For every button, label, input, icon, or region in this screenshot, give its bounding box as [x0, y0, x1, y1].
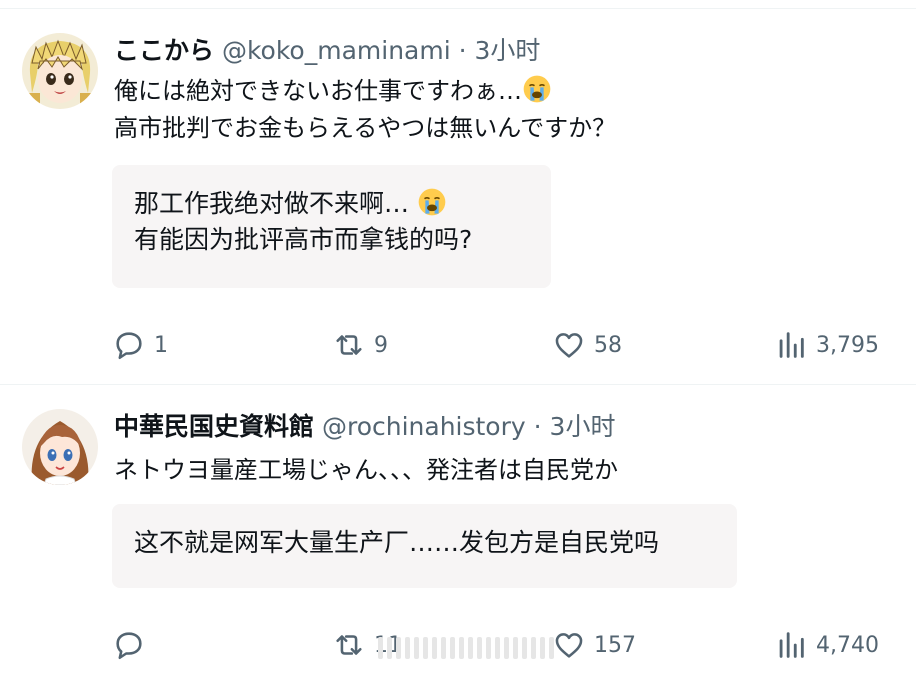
- tweet[interactable]: ここから @koko_maminami · 3小时 俺には絶対できないお仕事です…: [0, 9, 916, 385]
- avatar-illustration: [22, 33, 98, 109]
- avatar[interactable]: [22, 409, 98, 485]
- view-count: 4,740: [816, 632, 879, 658]
- heart-icon: [555, 633, 583, 658]
- action-bar: 1 9 58 3,795: [0, 325, 916, 365]
- display-name[interactable]: 中華民国史資料館: [114, 412, 314, 441]
- timestamp[interactable]: 3小时: [475, 36, 541, 65]
- watermark: [378, 637, 554, 659]
- tweet[interactable]: 中華民国史資料館 @rochinahistory · 3小时 ネトウヨ量産工場じ…: [0, 385, 916, 693]
- view-count: 3,795: [816, 332, 879, 358]
- display-name[interactable]: ここから: [114, 36, 214, 65]
- translation-line: 有能因为批评高市而拿钱的吗?: [134, 225, 473, 254]
- separator-dot: ·: [458, 36, 467, 65]
- like-button[interactable]: 157: [552, 625, 636, 665]
- user-handle[interactable]: @koko_maminami: [222, 36, 451, 65]
- translation-box: 那工作我绝对做不来啊… 有能因为批评高市而拿钱的吗?: [112, 165, 551, 288]
- views-chart-icon: [779, 332, 804, 358]
- retweet-icon: [336, 635, 362, 655]
- crying-face-emoji-icon: [418, 188, 446, 216]
- retweet-button[interactable]: 9: [332, 325, 388, 365]
- tweet-text: 俺には絶対できないお仕事ですわぁ… 高市批判でお金もらえるやつは無いんですか？: [114, 73, 616, 147]
- like-count: 58: [594, 332, 622, 358]
- reply-count: 1: [154, 332, 168, 358]
- user-handle[interactable]: @rochinahistory: [322, 412, 526, 441]
- tweet-text-line: 高市批判でお金もらえるやつは無いんですか？: [114, 114, 617, 142]
- like-count: 157: [594, 632, 636, 658]
- separator-dot: ·: [533, 412, 542, 441]
- retweet-count: 9: [374, 332, 388, 358]
- like-button[interactable]: 58: [552, 325, 622, 365]
- tweet-text-line: ネトウヨ量産工場じゃん、、、発注者は自民党か: [114, 456, 618, 484]
- tweet-header: ここから @koko_maminami · 3小时: [114, 34, 540, 68]
- views-chart-icon: [779, 632, 804, 658]
- views-button[interactable]: 4,740: [774, 625, 879, 665]
- tweet-text: ネトウヨ量産工場じゃん、、、発注者は自民党か: [114, 452, 618, 489]
- views-button[interactable]: 3,795: [774, 325, 879, 365]
- heart-icon: [555, 333, 583, 358]
- translation-line: 那工作我绝对做不来啊…: [134, 189, 410, 218]
- timestamp[interactable]: 3小时: [550, 412, 616, 441]
- reply-button[interactable]: 1: [112, 325, 168, 365]
- crying-face-emoji-icon: [523, 75, 551, 103]
- reply-icon: [116, 332, 142, 360]
- top-divider: [0, 0, 916, 9]
- translation-line: 这不就是网军大量生产厂……发包方是自民党吗: [134, 528, 660, 557]
- avatar-illustration: [22, 409, 98, 485]
- retweet-icon: [336, 335, 362, 355]
- reply-button[interactable]: [112, 625, 154, 665]
- reply-icon: [116, 632, 142, 660]
- tweet-header: 中華民国史資料館 @rochinahistory · 3小时: [114, 410, 615, 444]
- translation-box: 这不就是网军大量生产厂……发包方是自民党吗: [112, 504, 737, 588]
- tweet-text-line: 俺には絶対できないお仕事ですわぁ…: [114, 77, 522, 105]
- avatar[interactable]: [22, 33, 98, 109]
